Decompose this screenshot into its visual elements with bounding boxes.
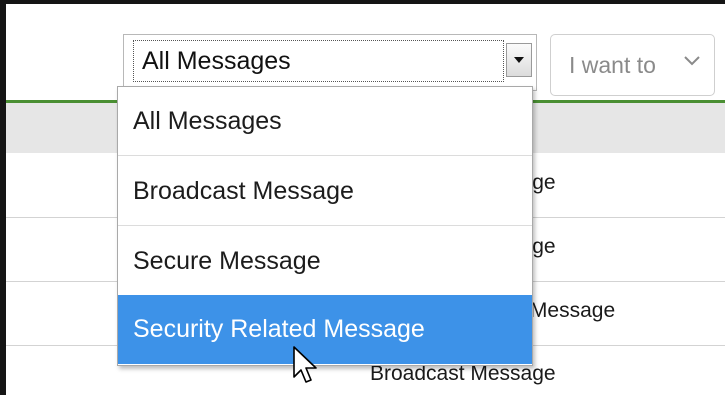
dropdown-arrow-button[interactable] <box>506 43 532 77</box>
i-want-to-button[interactable]: I want to <box>550 34 715 96</box>
triangle-down-icon <box>514 57 524 63</box>
message-filter-value: All Messages <box>133 40 504 82</box>
mouse-pointer-icon <box>293 346 317 383</box>
message-filter-dropdown-list: All Messages Broadcast Message Secure Me… <box>117 86 533 366</box>
option-broadcast-message[interactable]: Broadcast Message <box>118 157 532 226</box>
chevron-down-icon <box>684 56 700 66</box>
option-secure-message[interactable]: Secure Message <box>118 227 532 296</box>
option-all-messages[interactable]: All Messages <box>118 87 532 156</box>
i-want-to-label: I want to <box>569 52 656 78</box>
option-security-related-message[interactable]: Security Related Message <box>118 295 532 364</box>
message-filter-select[interactable]: All Messages <box>123 34 537 91</box>
